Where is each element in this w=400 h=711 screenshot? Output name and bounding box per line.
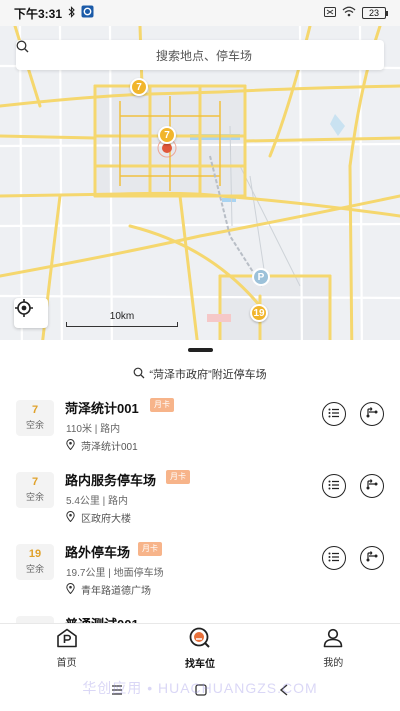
watermark: 华创应用 • HUACHUANGZS.COM [82, 680, 318, 696]
search-icon [133, 367, 145, 382]
lot-name: 路内服务停车场 [65, 473, 157, 488]
locate-button[interactable] [14, 298, 48, 328]
nearby-title: “菏泽市政府”附近停车场 [0, 366, 400, 382]
spot-count: 7 [31, 476, 39, 488]
route-icon [366, 549, 378, 567]
parking-count-marker[interactable]: 7 [130, 78, 148, 96]
bottom-tab-bar: 首页 找车位 我的 [0, 623, 400, 673]
parking-home-icon [56, 628, 78, 651]
route-icon [366, 477, 378, 495]
lot-name: 菏泽统计001 [65, 401, 139, 416]
tab-find-parking-label: 找车位 [184, 659, 215, 670]
find-parking-icon [188, 627, 212, 652]
status-bar: 下午3:31 23 [0, 0, 400, 26]
list-item[interactable]: 19 空余 路外停车场 月卡 19.7公里 | 地面停车场 青年路道德广场 [0, 540, 400, 612]
parking-list-sheet[interactable]: “菏泽市政府”附近停车场 7 空余 菏泽统计001 月卡 110米 | 路内 菏… [0, 340, 400, 623]
list-item[interactable]: 7 空余 路内服务停车场 月卡 5.4公里 | 路内 区政府大楼 [0, 468, 400, 540]
available-spots: 19 空余 [16, 544, 54, 580]
lot-address: 区政府大楼 [66, 510, 131, 525]
spot-count: 19 [28, 548, 42, 560]
parking-count-marker[interactable]: 19 [250, 304, 268, 322]
map-view[interactable]: 搜索地点、停车场 7 7 P 19 10km [0, 26, 400, 364]
lot-name: 普通测试001 [65, 614, 139, 623]
route-icon [366, 405, 378, 423]
list-item[interactable]: 普通测试001 [0, 612, 400, 623]
battery-icon: 23 [362, 7, 388, 19]
spot-count-label: 空余 [25, 564, 44, 574]
lot-address: 菏泽统计001 [66, 438, 138, 453]
search-bar[interactable]: 搜索地点、停车场 [16, 40, 384, 70]
map-roads [0, 26, 400, 364]
current-location-marker[interactable]: 7 [154, 126, 180, 158]
list-icon [328, 549, 340, 567]
map-scale: 10km [66, 311, 178, 327]
scale-line [66, 322, 178, 327]
lot-address-text: 菏泽统计001 [81, 442, 138, 453]
list-icon [328, 405, 340, 423]
tab-home[interactable]: 首页 [0, 624, 133, 673]
lot-address: 青年路道德广场 [66, 582, 151, 597]
tab-profile[interactable]: 我的 [267, 624, 400, 673]
lot-distance-type: 19.7公里 | 地面停车场 [66, 568, 164, 579]
spot-count-label: 空余 [25, 420, 44, 430]
tab-home-label: 首页 [56, 658, 77, 669]
user-icon [322, 628, 344, 651]
list-detail-button[interactable] [322, 474, 346, 498]
available-spots: 7 空余 [16, 400, 54, 436]
location-pin-icon [66, 582, 75, 597]
monthly-card-badge: 月卡 [166, 470, 190, 484]
lot-distance-type: 5.4公里 | 路内 [66, 496, 129, 507]
navigate-button[interactable] [360, 546, 384, 570]
tab-find-parking[interactable]: 找车位 [133, 624, 266, 673]
list-detail-button[interactable] [322, 402, 346, 426]
lot-name: 路外停车场 [65, 545, 131, 560]
monthly-card-badge: 月卡 [150, 398, 174, 412]
sheet-drag-handle[interactable] [188, 348, 213, 352]
spot-count: 7 [31, 404, 39, 416]
list-icon [328, 477, 340, 495]
spot-count-label: 空余 [25, 492, 44, 502]
parking-count-marker[interactable]: 7 [158, 126, 176, 144]
parking-p-marker[interactable]: P [252, 268, 270, 286]
lot-address-text: 区政府大楼 [81, 514, 131, 525]
navigate-button[interactable] [360, 402, 384, 426]
monthly-card-badge: 月卡 [138, 542, 162, 556]
list-item[interactable]: 7 空余 菏泽统计001 月卡 110米 | 路内 菏泽统计001 [0, 396, 400, 468]
location-pin-icon [66, 510, 75, 525]
lot-address-text: 青年路道德广场 [81, 586, 151, 597]
nearby-title-text: “菏泽市政府”附近停车场 [149, 369, 267, 381]
sim-icon [324, 6, 336, 20]
available-spots [16, 616, 54, 623]
list-detail-button[interactable] [322, 546, 346, 570]
search-placeholder: 搜索地点、停车场 [155, 48, 252, 63]
location-pin-icon [66, 438, 75, 453]
bluetooth-icon [68, 5, 76, 21]
navigate-button[interactable] [360, 474, 384, 498]
status-time: 下午3:31 [14, 6, 63, 21]
wifi-icon [342, 6, 356, 20]
scale-label: 10km [109, 311, 135, 322]
app-notification-icon [81, 5, 94, 21]
lot-distance-type: 110米 | 路内 [66, 424, 121, 435]
tab-profile-label: 我的 [323, 658, 344, 669]
available-spots: 7 空余 [16, 472, 54, 508]
